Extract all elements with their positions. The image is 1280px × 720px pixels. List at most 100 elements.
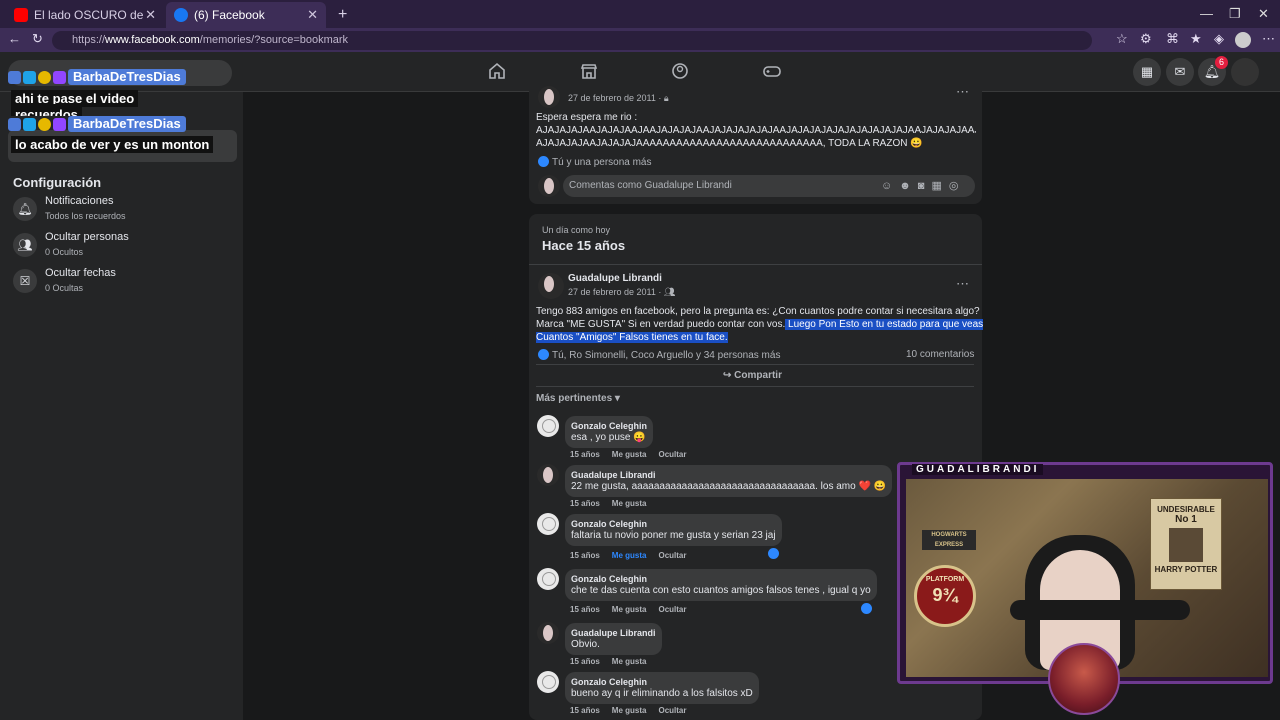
minimize-icon[interactable]: — (1200, 6, 1213, 21)
comment-text: che te das cuenta con esto cuantos amigo… (571, 585, 871, 596)
sidebar-item-ocultar-fechas[interactable]: ☒ Ocultar fechas 0 Ocultas (13, 267, 233, 299)
commenter-avatar[interactable] (537, 513, 559, 535)
sidebar-item-label: Ocultar fechas (45, 267, 116, 279)
comment-bubble: Gonzalo Celeghin faltaria tu novio poner … (565, 514, 782, 546)
close-tab-icon[interactable]: ✕ (307, 7, 318, 23)
post-date[interactable]: 27 de febrero de 2011 · 👥︎ (568, 287, 675, 298)
commenter-avatar[interactable] (537, 568, 559, 590)
tab-youtube[interactable]: El lado OSCURO de ARGENTINA # ✕ (6, 2, 164, 28)
share-label: Compartir (734, 370, 782, 381)
close-window-icon[interactable]: ✕ (1258, 6, 1269, 22)
comment-like-link[interactable]: Me gusta (612, 450, 647, 459)
post-text-line: AJAJAJAJAAJAJAJAJAAAAAAAAAAAAAAAAAAAAAAA… (536, 138, 923, 149)
comment-input[interactable]: Comentas como Guadalupe Librandi ☺☻◙▦◎ (563, 175, 975, 197)
comment-like-link[interactable]: Me gusta (612, 499, 647, 508)
chat-badge-icon (23, 70, 36, 84)
account-avatar[interactable] (1231, 58, 1259, 86)
post-date[interactable]: 27 de febrero de 2011 · 🔒︎ (568, 93, 669, 104)
chat-username: BarbaDeTresDias (68, 69, 186, 85)
menu-grid-icon[interactable]: ▦ (1133, 58, 1161, 86)
post-options-icon[interactable]: ⋯ (956, 276, 969, 292)
comments-count[interactable]: 10 comentarios (906, 349, 974, 360)
reload-icon[interactable]: ↻ (32, 31, 43, 47)
comment-hide-link[interactable]: Ocultar (658, 450, 686, 459)
restore-icon[interactable]: ❐ (1229, 6, 1241, 22)
home-icon[interactable] (488, 62, 506, 80)
memory-kicker: Un día como hoy (542, 225, 611, 235)
comment-age[interactable]: 15 años (570, 657, 600, 666)
comment-hide-link[interactable]: Ocultar (658, 706, 686, 715)
author-avatar[interactable] (538, 273, 564, 299)
commenter-avatar[interactable] (537, 622, 559, 644)
comment-bubble: Guadalupe Librandi Obvio. (565, 623, 662, 655)
comment-bubble: Guadalupe Librandi 22 me gusta, aaaaaaaaa… (565, 465, 893, 497)
author-avatar[interactable] (538, 86, 560, 108)
commenter-avatar[interactable] (537, 464, 559, 486)
comment-like-link[interactable]: Me gusta (612, 551, 647, 560)
comment-author[interactable]: Guadalupe Librandi (571, 627, 656, 639)
comment-author[interactable]: Gonzalo Celeghin (571, 676, 753, 688)
favorite-star-icon[interactable]: ☆ (1116, 31, 1128, 47)
comment-age[interactable]: 15 años (570, 706, 600, 715)
divider (536, 386, 974, 387)
new-tab-icon[interactable]: + (330, 2, 350, 28)
sidebar-item-sub: 0 Ocultos (45, 247, 84, 257)
comment-actions: 15 años Me gusta (570, 499, 658, 508)
post-likes[interactable]: Tú, Ro Simonelli, Coco Arguello y 34 per… (538, 349, 780, 361)
comment-author[interactable]: Gonzalo Celeghin (571, 573, 871, 585)
poster-portrait (1169, 528, 1203, 562)
chat-user-badge: BarbaDeTresDias (8, 69, 186, 85)
comment-author[interactable]: Gonzalo Celeghin (571, 518, 776, 530)
comment-author[interactable]: Guadalupe Librandi (571, 469, 886, 481)
comment-sort-dropdown[interactable]: Más pertinentes ▾ (536, 393, 620, 404)
url-bar[interactable]: https://www.facebook.com/memories/?sourc… (52, 31, 1092, 50)
comment-author[interactable]: Gonzalo Celeghin (571, 420, 647, 432)
comment-age[interactable]: 15 años (570, 499, 600, 508)
gaming-icon[interactable] (763, 62, 781, 80)
comment-reaction-icon[interactable] (768, 548, 779, 559)
shield-icon[interactable]: ◈ (1214, 31, 1224, 47)
messenger-icon[interactable]: ✉ (1166, 58, 1194, 86)
bell-icon: 🔔︎ (13, 197, 37, 221)
more-icon[interactable]: ⋯ (1262, 31, 1275, 47)
extensions-icon[interactable]: ⚙ (1140, 31, 1152, 47)
sidebar-item-sub: 0 Ocultas (45, 283, 84, 293)
comment-like-link[interactable]: Me gusta (612, 605, 647, 614)
youtube-icon (14, 8, 28, 22)
post-text-line: Espera espera me rio : (536, 112, 638, 123)
comment-age[interactable]: 15 años (570, 551, 600, 560)
commenter-avatar[interactable] (537, 671, 559, 693)
sidebar-section-title: Configuración (13, 175, 102, 190)
back-icon[interactable]: ← (8, 31, 21, 46)
comment-age[interactable]: 15 años (570, 605, 600, 614)
collections-icon[interactable]: ⌘ (1166, 31, 1179, 47)
comment-like-link[interactable]: Me gusta (612, 657, 647, 666)
like-icon (538, 349, 549, 360)
profile-avatar[interactable] (1235, 32, 1251, 48)
sidebar-item-notificaciones[interactable]: 🔔︎ Notificaciones Todos los recuerdos (13, 195, 233, 227)
sidebar-item-ocultar-personas[interactable]: 👥︎ Ocultar personas 0 Ocultos (13, 231, 233, 263)
post-text-highlight: Luego Pon Esto en tu estado para que vea… (785, 319, 984, 330)
streamer-avatar-badge (1048, 643, 1120, 715)
comment-hide-link[interactable]: Ocultar (658, 551, 686, 560)
close-tab-icon[interactable]: ✕ (145, 7, 156, 23)
sort-label: Más pertinentes (536, 393, 613, 404)
comment-actions: 15 años Me gusta (570, 657, 658, 666)
favorites-icon[interactable]: ★ (1190, 31, 1202, 47)
tab-facebook[interactable]: (6) Facebook ✕ (166, 2, 326, 28)
groups-icon[interactable] (671, 62, 689, 80)
post-likes[interactable]: Tú y una persona más (538, 156, 652, 168)
comment-age[interactable]: 15 años (570, 450, 600, 459)
comment-actions: 15 años Me gusta Ocultar (570, 450, 698, 459)
comment-like-link[interactable]: Me gusta (612, 706, 647, 715)
post-date-text: 27 de febrero de 2011 · (568, 93, 662, 103)
post-author[interactable]: Guadalupe Librandi (568, 273, 662, 284)
comment-hide-link[interactable]: Ocultar (658, 605, 686, 614)
marketplace-icon[interactable] (580, 62, 598, 80)
comment-tools-icon[interactable]: ☺☻◙▦◎ (881, 179, 965, 192)
share-button[interactable]: ↪ Compartir (723, 370, 782, 381)
post-options-icon[interactable]: ⋯ (956, 84, 969, 100)
tab-label: El lado OSCURO de ARGENTINA # (34, 8, 145, 22)
commenter-avatar[interactable] (537, 415, 559, 437)
comment-reaction-icon[interactable] (861, 603, 872, 614)
